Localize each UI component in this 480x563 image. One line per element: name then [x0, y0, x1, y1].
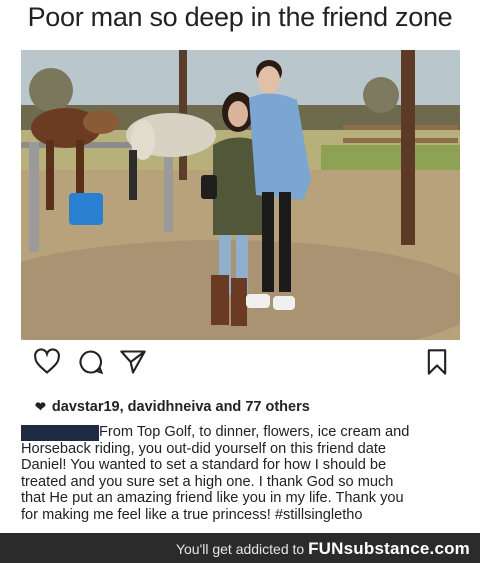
caption-line: treated and you sure set a high one. I t… — [21, 473, 394, 490]
post-caption: From Top Golf, to dinner, flowers, ice c… — [21, 424, 460, 524]
caption-line: that He put an amazing friend like you i… — [21, 490, 404, 507]
caption-line: for making me feel like a true princess!… — [21, 506, 363, 523]
caption-line: Horseback riding, you out-did yourself o… — [21, 440, 387, 457]
meme-title: Poor man so deep in the friend zone — [27, 2, 453, 32]
filled-heart-icon: ❤ — [35, 399, 46, 414]
instagram-post: ❤ davstar19, davidhneiva and 77 others Fr… — [21, 340, 460, 530]
footer-tagline: You'll get addicted to — [175, 541, 305, 557]
post-photo[interactable] — [21, 50, 460, 340]
caption-line: From Top Golf, to dinner, flowers, ice c… — [99, 424, 410, 440]
bookmark-icon[interactable] — [423, 348, 451, 376]
site-footer: You'll get addicted to FUNsubstance.com — [0, 533, 480, 563]
comment-bubble-icon[interactable] — [77, 348, 105, 376]
couple-horses-photo — [21, 50, 460, 340]
footer-brand: FUNsubstance.com — [308, 539, 470, 558]
caption-line: Daniel! You wanted to set a standard for… — [21, 457, 387, 474]
likes-text: davstar19, davidhneiva and 77 others — [51, 399, 310, 415]
likes-line[interactable]: ❤ davstar19, davidhneiva and 77 others — [35, 399, 310, 415]
paper-plane-icon[interactable] — [119, 348, 147, 376]
heart-outline-icon[interactable] — [33, 348, 61, 376]
footer-text[interactable]: You'll get addicted to FUNsubstance.com — [176, 539, 470, 559]
post-actions-bar — [33, 348, 453, 378]
